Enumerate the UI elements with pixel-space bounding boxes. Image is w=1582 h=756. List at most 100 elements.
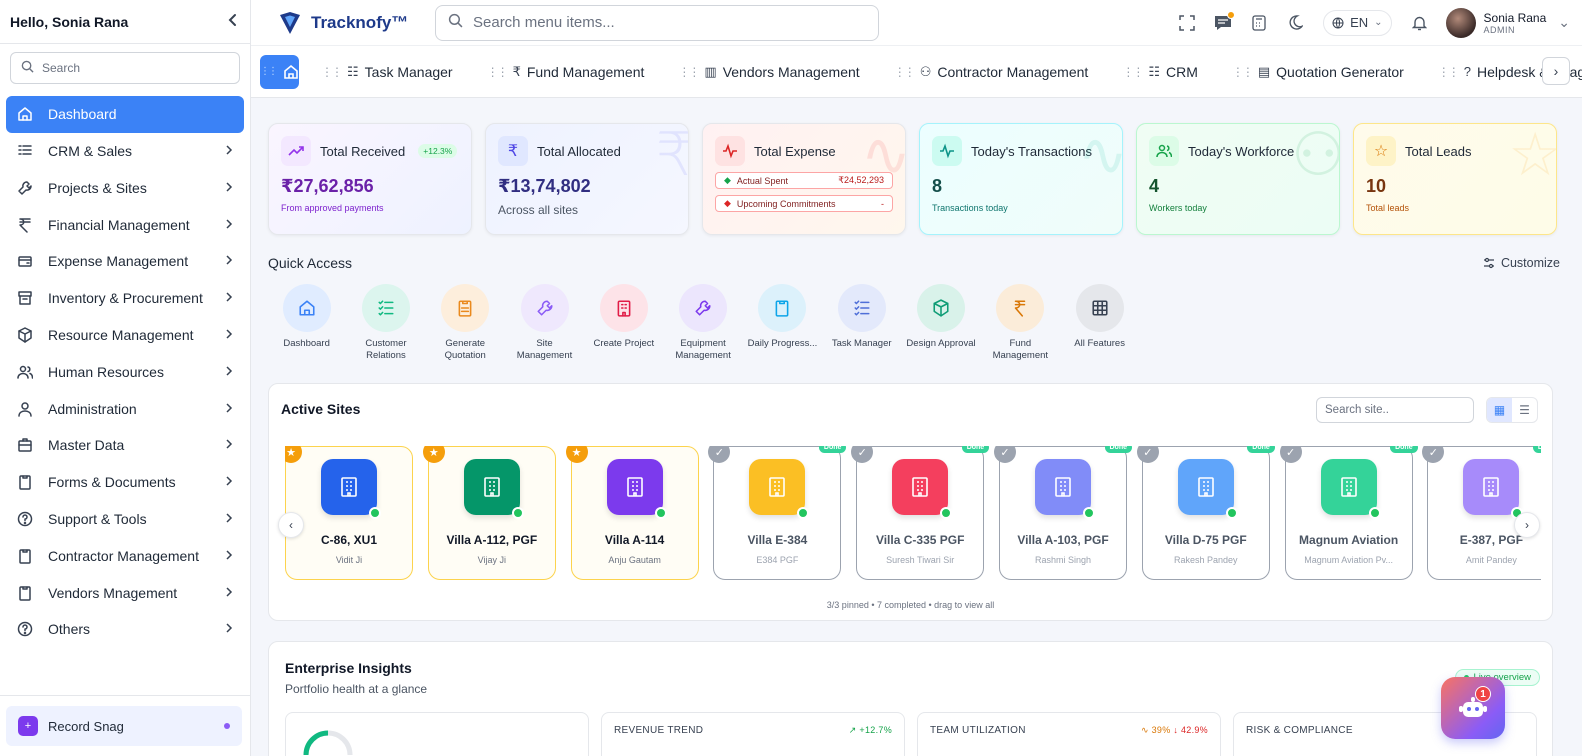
quick-access-equipment-management[interactable]: Equipment Management bbox=[663, 284, 742, 362]
pin-star-icon[interactable]: ★ bbox=[565, 446, 588, 463]
quick-access-label: Fund Management bbox=[992, 338, 1049, 361]
drag-handle-icon[interactable]: ⋮⋮ bbox=[487, 65, 509, 79]
online-status-dot bbox=[1225, 507, 1238, 519]
chevron-down-icon: ⌄ bbox=[1374, 17, 1383, 28]
drag-handle-icon[interactable]: ⋮⋮ bbox=[678, 65, 700, 79]
quick-access-create-project[interactable]: Create Project bbox=[584, 284, 663, 362]
drag-handle-icon[interactable]: ⋮⋮ bbox=[1232, 65, 1254, 79]
sidebar-item-expense-management[interactable]: Expense Management bbox=[6, 243, 244, 280]
help-circle-icon bbox=[16, 620, 34, 638]
site-search-placeholder: Search site.. bbox=[1325, 404, 1389, 416]
site-card[interactable]: ✓ Done Villa D-75 PGF Rakesh Pandey bbox=[1136, 446, 1275, 580]
quick-access-daily-progress[interactable]: Daily Progress... bbox=[743, 284, 822, 362]
insight-card-team-utilization[interactable]: TEAM UTILIZATION ∿ 39% ↓ 42.9% bbox=[917, 712, 1221, 756]
quick-access-fund-management[interactable]: Fund Management bbox=[981, 284, 1060, 362]
sidebar-item-projects-sites[interactable]: Projects & Sites bbox=[6, 170, 244, 207]
sidebar-item-others[interactable]: Others bbox=[6, 611, 244, 648]
quick-access-customer-relations[interactable]: Customer Relations bbox=[346, 284, 425, 362]
quick-access-site-management[interactable]: Site Management bbox=[505, 284, 584, 362]
messages-icon[interactable] bbox=[1205, 5, 1241, 41]
drag-handle-icon[interactable]: ⋮⋮ bbox=[894, 65, 916, 79]
sidebar-item-crm-sales[interactable]: CRM & Sales bbox=[6, 133, 244, 170]
bell-icon[interactable] bbox=[1402, 5, 1438, 41]
sidebar-item-administration[interactable]: Administration bbox=[6, 390, 244, 427]
site-card[interactable]: ★ Villa A-112, PGF Vijay Ji bbox=[422, 446, 556, 580]
menu-search-input[interactable]: Search menu items... bbox=[435, 4, 879, 41]
stat-card-total-leads[interactable]: ☆ ☆ Total Leads 10 Total leads bbox=[1353, 123, 1557, 235]
site-search-input[interactable]: Search site.. bbox=[1316, 397, 1474, 423]
drag-handle-icon[interactable]: ⋮⋮ bbox=[321, 65, 343, 79]
sidebar-item-financial-management[interactable]: Financial Management bbox=[6, 206, 244, 243]
fullscreen-icon[interactable] bbox=[1169, 5, 1205, 41]
drag-handle-icon[interactable]: ⋮⋮ bbox=[1122, 65, 1144, 79]
upcoming-label: Upcoming Commitments bbox=[736, 198, 836, 209]
done-badge: Done bbox=[1104, 446, 1132, 453]
stat-card-todays-transactions[interactable]: ∿ Today's Transactions 8 Transactions to… bbox=[919, 123, 1123, 235]
sidebar-item-forms-documents[interactable]: Forms & Documents bbox=[6, 464, 244, 501]
quick-access-task-manager[interactable]: Task Manager bbox=[822, 284, 901, 362]
site-card[interactable]: ★ C-86, XU1 Vidit Ji bbox=[285, 446, 413, 580]
carousel-next-button[interactable]: › bbox=[1514, 512, 1540, 538]
sidebar-item-contractor-management[interactable]: Contractor Management bbox=[6, 538, 244, 575]
tab-crm[interactable]: ⋮⋮ ☷ CRM bbox=[1122, 64, 1198, 80]
insight-card-revenue-trend[interactable]: REVENUE TREND ↗ +12.7% bbox=[601, 712, 905, 756]
quick-access-generate-quotation[interactable]: Generate Quotation bbox=[426, 284, 505, 362]
sidebar-item-inventory-procurement[interactable]: Inventory & Procurement bbox=[6, 280, 244, 317]
tab-vendors-management[interactable]: ⋮⋮ ▥ Vendors Management bbox=[678, 64, 859, 80]
site-card[interactable]: ✓ Done Villa A-103, PGF Rashmi Singh bbox=[994, 446, 1132, 580]
pin-star-icon[interactable]: ★ bbox=[285, 446, 302, 463]
stat-card-total-expense[interactable]: ∿ Total Expense ◆ Actual Spent ₹24,52,29… bbox=[702, 123, 906, 235]
sidebar-item-master-data[interactable]: Master Data bbox=[6, 427, 244, 464]
tab-contractor-management[interactable]: ⋮⋮ ⚇ Contractor Management bbox=[894, 64, 1089, 80]
user-menu[interactable]: Sonia Rana ADMIN ⌄ bbox=[1445, 7, 1570, 38]
dark-mode-icon[interactable] bbox=[1277, 5, 1313, 41]
record-snag-button[interactable]: + Record Snag bbox=[6, 706, 242, 746]
sidebar-item-vendors-management[interactable]: Vendors Mnagement bbox=[6, 574, 244, 611]
sidebar-item-dashboard[interactable]: Dashboard bbox=[6, 96, 244, 133]
sidebar-search-input[interactable]: Search bbox=[10, 52, 240, 84]
customize-label: Customize bbox=[1500, 256, 1560, 270]
pin-star-icon[interactable]: ★ bbox=[422, 446, 445, 463]
tab-fund-management[interactable]: ⋮⋮ ₹ Fund Management bbox=[487, 64, 645, 80]
assistant-bot-button[interactable]: 1 bbox=[1441, 677, 1505, 739]
stat-card-todays-workforce[interactable]: ⚇ Today's Workforce 4 Workers today bbox=[1136, 123, 1340, 235]
drag-handle-icon[interactable]: ⋮⋮ bbox=[1438, 65, 1460, 79]
site-card[interactable]: ★ Villa A-114 Anju Gautam bbox=[565, 446, 699, 580]
sidebar-item-human-resources[interactable]: Human Resources bbox=[6, 354, 244, 391]
stat-subtitle: From approved payments bbox=[281, 203, 384, 213]
brand[interactable]: Tracknofy™ bbox=[277, 10, 435, 36]
stat-card-total-allocated[interactable]: ₹ ₹ Total Allocated ₹13,74,802 Across al… bbox=[485, 123, 689, 235]
insight-value: ↗ +12.7% bbox=[848, 725, 892, 735]
list-view-icon[interactable]: ☰ bbox=[1512, 398, 1537, 422]
quick-access-design-approval[interactable]: Design Approval bbox=[901, 284, 980, 362]
tab-home[interactable]: ⋮⋮ bbox=[260, 54, 299, 89]
star-bg-icon: ☆ bbox=[1508, 123, 1557, 188]
insight-value: ∿ 39% ↓ 42.9% bbox=[1140, 725, 1208, 735]
tabs-scroll-right-button[interactable]: › bbox=[1542, 57, 1570, 85]
insight-card-health[interactable] bbox=[285, 712, 589, 756]
stat-card-total-received[interactable]: Total Received +12.3% ₹27,62,856 From ap… bbox=[268, 123, 472, 235]
site-card[interactable]: ✓ Done Villa E-384 E384 PGF bbox=[708, 446, 847, 580]
calculator-icon[interactable] bbox=[1241, 5, 1277, 41]
customize-button[interactable]: Customize bbox=[1483, 256, 1560, 270]
grid-view-icon[interactable]: ▦ bbox=[1487, 398, 1512, 422]
sidebar-item-support-tools[interactable]: Support & Tools bbox=[6, 501, 244, 538]
tab-quotation-generator[interactable]: ⋮⋮ ▤ Quotation Generator bbox=[1232, 64, 1404, 80]
utilization-value: 39% bbox=[1151, 725, 1171, 735]
collapse-sidebar-icon[interactable] bbox=[226, 11, 240, 32]
site-card[interactable]: ✓ Done Villa C-335 PGF Suresh Tiwari Sir bbox=[851, 446, 990, 580]
quick-access-all-features[interactable]: All Features bbox=[1060, 284, 1139, 362]
archive-icon bbox=[16, 289, 34, 307]
sidebar-item-resource-management[interactable]: Resource Management bbox=[6, 317, 244, 354]
tab-task-manager[interactable]: ⋮⋮ ☷ Task Manager bbox=[321, 64, 453, 80]
wrench-icon bbox=[679, 284, 728, 332]
carousel-prev-button[interactable]: ‹ bbox=[278, 512, 304, 538]
insight-title: REVENUE TREND bbox=[614, 725, 704, 736]
quick-access-dashboard[interactable]: Dashboard bbox=[267, 284, 346, 362]
sites-carousel[interactable]: ★ C-86, XU1 Vidit Ji ★ Villa A-112, PGF Vijay… bbox=[285, 446, 1541, 582]
status-dot bbox=[224, 723, 230, 729]
language-selector[interactable]: EN ⌄ bbox=[1323, 9, 1392, 36]
site-card[interactable]: ✓ Done Magnum Aviation Magnum Aviation Pv..… bbox=[1279, 446, 1418, 580]
pulse-bg-icon: ∿ bbox=[1077, 123, 1123, 188]
utilization-change: 42.9% bbox=[1180, 725, 1208, 735]
